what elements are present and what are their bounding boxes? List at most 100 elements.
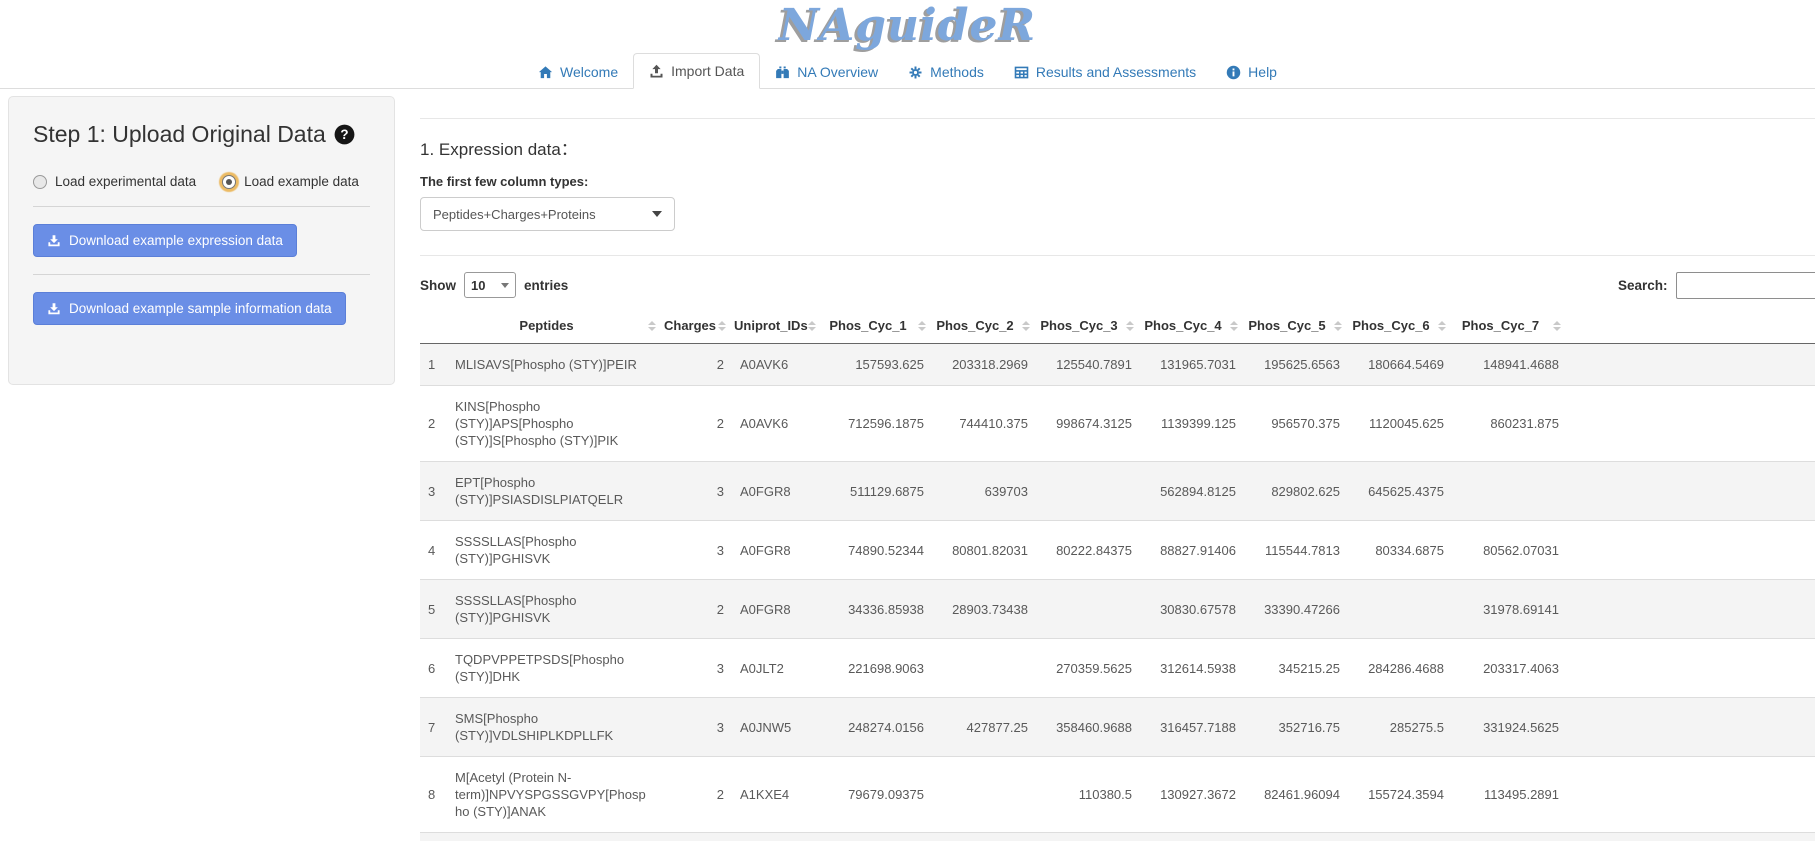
table-row: 7SMS[Phospho (STY)]VDLSHIPLKDPLLFK3A0JNW… [420, 698, 1815, 757]
tab-label: Welcome [560, 64, 618, 80]
column-header-peptides[interactable]: Peptides [447, 308, 660, 344]
cell-value: 110380.5 [1034, 757, 1138, 833]
cell-uniprot: A1KXE4 [730, 757, 820, 833]
cell-index: 8 [420, 757, 447, 833]
column-types-dropdown[interactable]: Peptides+Charges+Proteins [420, 197, 675, 231]
cell-value: 80334.6875 [1346, 521, 1450, 580]
tab-label: Help [1248, 64, 1277, 80]
sort-icon [1334, 321, 1342, 331]
column-header-phos_cyc_4[interactable]: Phos_Cyc_4 [1138, 308, 1242, 344]
cell-peptide: TQDPVPPETPSDS[Phospho (STY)]DHK [447, 639, 660, 698]
tab-label: NA Overview [797, 64, 878, 80]
radio-load-experimental-data[interactable]: Load experimental data [33, 174, 196, 189]
table-row: 1MLISAVS[Phospho (STY)]PEIR2A0AVK6157593… [420, 344, 1815, 386]
table-row: 2KINS[Phospho (STY)]APS[Phospho (STY)]S[… [420, 386, 1815, 462]
cell-value: 645625.4375 [1346, 462, 1450, 521]
sort-icon [1553, 321, 1561, 331]
download-icon [47, 234, 61, 248]
cell-charge: 2 [660, 344, 730, 386]
upload-icon [649, 64, 664, 79]
download-example-sample-information-data-button[interactable]: Download example sample information data [33, 292, 346, 325]
info-circle-icon [1226, 65, 1241, 80]
radio-load-example-data[interactable]: Load example data [222, 174, 359, 189]
cell-index: 2 [420, 386, 447, 462]
cell-uniprot: A0FGR8 [730, 462, 820, 521]
cell-filler [1565, 521, 1815, 580]
column-header-phos_cyc_2[interactable]: Phos_Cyc_2 [930, 308, 1034, 344]
tab-results-and-assessments[interactable]: Results and Assessments [999, 55, 1211, 89]
tab-label: Import Data [671, 63, 744, 79]
cell-value: 562894.8125 [1138, 462, 1242, 521]
cell-value: 956570.375 [1242, 386, 1346, 462]
sort-icon [808, 321, 816, 331]
column-header-filler [1565, 308, 1815, 344]
cell-value: 31978.69141 [1450, 580, 1565, 639]
data-source-radio-group: Load experimental data Load example data [33, 174, 370, 189]
sort-icon [1022, 321, 1030, 331]
divider [420, 118, 1815, 119]
cell-value: 157593.625 [820, 344, 930, 386]
column-header-phos_cyc_1[interactable]: Phos_Cyc_1 [820, 308, 930, 344]
cell-value: 80222.84375 [1034, 521, 1138, 580]
cell-value: 79679.09375 [820, 757, 930, 833]
question-circle-icon[interactable]: ? [334, 124, 355, 145]
cell-value: 130927.3672 [1138, 757, 1242, 833]
column-header-phos_cyc_6[interactable]: Phos_Cyc_6 [1346, 308, 1450, 344]
tab-methods[interactable]: Methods [893, 55, 999, 89]
cell-value: 155724.3594 [1346, 757, 1450, 833]
table-row: 5SSSSLLAS[Phospho (STY)]PGHISVK2A0FGR834… [420, 580, 1815, 639]
cell-index: 3 [420, 462, 447, 521]
cell-value [1034, 580, 1138, 639]
tab-welcome[interactable]: Welcome [523, 55, 633, 89]
cell-peptide: MLISAVS[Phospho (STY)]PEIR [447, 344, 660, 386]
sort-icon [1126, 321, 1134, 331]
search-input[interactable] [1676, 272, 1815, 299]
button-label: Download example sample information data [69, 301, 332, 316]
cell-charge: 3 [660, 521, 730, 580]
cell-value: 345215.25 [1242, 639, 1346, 698]
radio-unselected-icon [33, 175, 47, 189]
panel-title: Step 1: Upload Original Data ? [33, 121, 370, 148]
divider [33, 206, 370, 207]
column-header-index [420, 308, 447, 344]
tab-label: Results and Assessments [1036, 64, 1196, 80]
tab-help[interactable]: Help [1211, 55, 1292, 89]
chevron-down-icon [501, 283, 509, 288]
cell-value: 113495.2891 [1450, 757, 1565, 833]
page-length-control: Show 10 entries [420, 272, 568, 298]
cell-charge: 2 [660, 386, 730, 462]
cell-value: 312614.5938 [1138, 639, 1242, 698]
cell-filler [1565, 580, 1815, 639]
sort-icon [718, 321, 726, 331]
app-logo: NAguideR [779, 2, 1036, 50]
cell-value: 427877.25 [930, 698, 1034, 757]
column-header-phos_cyc_5[interactable]: Phos_Cyc_5 [1242, 308, 1346, 344]
column-header-phos_cyc_3[interactable]: Phos_Cyc_3 [1034, 308, 1138, 344]
cell-index: 6 [420, 639, 447, 698]
cell-value: 180664.5469 [1346, 344, 1450, 386]
panel-title-text: Step 1: Upload Original Data [33, 121, 326, 148]
cell-value: 1120045.625 [1346, 386, 1450, 462]
column-header-uniprot_ids[interactable]: Uniprot_IDs [730, 308, 820, 344]
page-length-select[interactable]: 10 [464, 272, 516, 298]
cell-value: 352716.75 [1242, 698, 1346, 757]
gears-icon [908, 65, 923, 80]
tab-import-data[interactable]: Import Data [633, 53, 760, 89]
download-example-expression-data-button[interactable]: Download example expression data [33, 224, 297, 257]
cell-charge: 3 [660, 698, 730, 757]
search-control: Search: [1618, 272, 1815, 299]
cell-index: 5 [420, 580, 447, 639]
table-row: 8M[Acetyl (Protein N-term)]NPVYSPGSSGVPY… [420, 757, 1815, 833]
cell-value: 80562.07031 [1450, 521, 1565, 580]
column-header-phos_cyc_7[interactable]: Phos_Cyc_7 [1450, 308, 1565, 344]
cell-value: 203317.4063 [1450, 639, 1565, 698]
show-label: Show [420, 278, 456, 293]
cell-value: 285275.5 [1346, 698, 1450, 757]
cell-value [1034, 462, 1138, 521]
tab-na-overview[interactable]: NA Overview [760, 55, 893, 89]
cell-value: 221698.9063 [820, 639, 930, 698]
cell-value: 998674.3125 [1034, 386, 1138, 462]
cell-value [1346, 580, 1450, 639]
column-header-charges[interactable]: Charges [660, 308, 730, 344]
cell-uniprot: A0AVK6 [730, 344, 820, 386]
